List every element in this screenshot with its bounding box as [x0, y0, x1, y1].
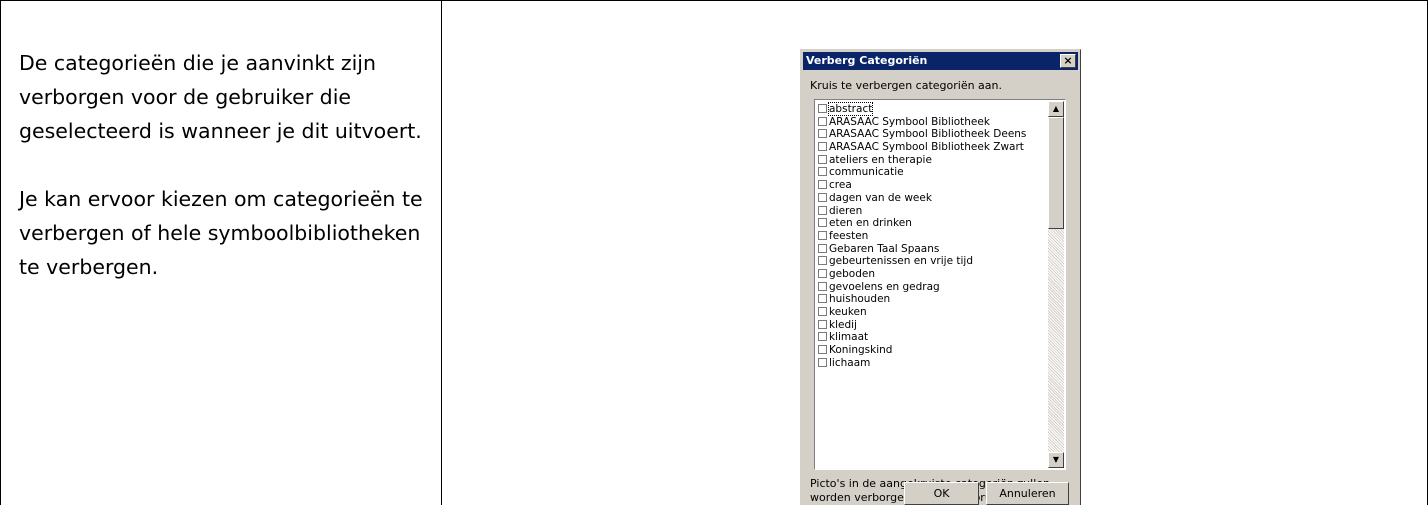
category-item[interactable]: ARASAAC Symbool Bibliotheek Deens — [818, 128, 1050, 141]
category-item[interactable]: lichaam — [818, 357, 1050, 370]
category-label: huishouden — [829, 293, 891, 306]
description-cell: De categorieën die je aanvinkt zijn verb… — [19, 46, 434, 318]
category-checkbox[interactable] — [818, 294, 827, 304]
category-label: geboden — [829, 267, 875, 280]
description-paragraph-1: De categorieën die je aanvinkt zijn verb… — [19, 51, 422, 143]
category-checkbox[interactable] — [818, 319, 827, 329]
category-checkbox[interactable] — [818, 205, 827, 215]
category-label: Gebaren Taal Spaans — [829, 242, 940, 255]
dialog-titlebar[interactable]: Verberg Categoriën × — [803, 52, 1078, 70]
category-label: ARASAAC Symbool Bibliotheek Deens — [829, 128, 1027, 141]
category-item[interactable]: kledij — [818, 319, 1050, 332]
category-checkbox[interactable] — [818, 332, 827, 342]
category-label: ateliers en therapie — [829, 153, 932, 166]
scroll-down-icon[interactable]: ▼ — [1048, 452, 1064, 468]
category-item[interactable]: communicatie — [818, 166, 1050, 179]
category-item[interactable]: huishouden — [818, 293, 1050, 306]
category-label: lichaam — [829, 356, 871, 369]
category-item[interactable]: crea — [818, 179, 1050, 192]
category-item[interactable]: dagen van de week — [818, 192, 1050, 205]
scroll-thumb[interactable] — [1048, 117, 1064, 229]
category-item[interactable]: ARASAAC Symbool Bibliotheek Zwart — [818, 141, 1050, 154]
category-item[interactable]: dieren — [818, 205, 1050, 218]
category-checklist[interactable]: abstract ARASAAC Symbool Bibliotheek ARASA… — [814, 99, 1066, 470]
dialog-instruction: Kruis te verbergen categoriën aan. — [810, 79, 1003, 92]
category-checkbox[interactable] — [818, 345, 827, 355]
vertical-scrollbar[interactable]: ▲ ▼ — [1048, 101, 1064, 468]
category-item[interactable]: feesten — [818, 230, 1050, 243]
category-checkbox[interactable] — [818, 154, 827, 164]
category-label: crea — [829, 179, 852, 192]
category-checkbox[interactable] — [818, 243, 827, 253]
ok-button[interactable]: OK — [904, 482, 979, 505]
category-checkbox[interactable] — [818, 256, 827, 266]
category-checkbox[interactable] — [818, 142, 827, 152]
category-label: ARASAAC Symbool Bibliotheek — [829, 115, 990, 128]
category-item[interactable]: abstract — [818, 102, 1050, 116]
category-label: keuken — [829, 306, 867, 318]
scroll-up-icon[interactable]: ▲ — [1048, 101, 1064, 117]
description-paragraph-2: Je kan ervoor kiezen om categorieën te v… — [19, 187, 423, 279]
category-label: Koningskind — [829, 344, 893, 357]
category-checkbox[interactable] — [818, 268, 827, 278]
category-item[interactable]: Gebaren Taal Spaans — [818, 243, 1050, 256]
category-item[interactable]: klimaat — [818, 331, 1050, 344]
category-checkbox[interactable] — [818, 357, 827, 367]
hide-categories-dialog: Verberg Categoriën × Kruis te verbergen … — [800, 49, 1081, 505]
category-checkbox[interactable] — [818, 104, 827, 113]
category-label: dagen van de week — [829, 191, 932, 204]
category-checkbox[interactable] — [818, 281, 827, 291]
category-item[interactable]: gevoelens en gedrag — [818, 281, 1050, 294]
category-checkbox[interactable] — [818, 307, 827, 316]
cancel-button[interactable]: Annuleren — [986, 482, 1069, 505]
category-item[interactable]: ateliers en therapie — [818, 154, 1050, 167]
category-list-items: abstract ARASAAC Symbool Bibliotheek ARASA… — [818, 102, 1050, 370]
category-label: kledij — [829, 318, 857, 331]
category-label: abstract — [827, 102, 874, 116]
close-icon[interactable]: × — [1060, 54, 1076, 68]
category-checkbox[interactable] — [818, 116, 827, 126]
category-label: gebeurtenissen en vrije tijd — [829, 255, 973, 268]
category-label: gevoelens en gedrag — [829, 280, 940, 293]
category-item[interactable]: keuken — [818, 306, 1050, 319]
category-checkbox[interactable] — [818, 180, 827, 190]
column-divider — [441, 0, 442, 505]
category-checkbox[interactable] — [818, 230, 827, 240]
category-item[interactable]: eten en drinken — [818, 217, 1050, 230]
category-label: feesten — [829, 229, 869, 242]
category-item[interactable]: geboden — [818, 268, 1050, 281]
category-item[interactable]: gebeurtenissen en vrije tijd — [818, 255, 1050, 268]
dialog-title: Verberg Categoriën — [806, 54, 928, 67]
category-checkbox[interactable] — [818, 218, 827, 228]
category-checkbox[interactable] — [818, 167, 827, 177]
category-checkbox[interactable] — [818, 192, 827, 202]
category-label: communicatie — [829, 166, 904, 179]
category-label: klimaat — [829, 331, 869, 344]
category-label: eten en drinken — [829, 217, 912, 230]
category-label: ARASAAC Symbool Bibliotheek Zwart — [829, 141, 1024, 154]
category-label: dieren — [829, 204, 863, 217]
category-checkbox[interactable] — [818, 129, 827, 139]
category-item[interactable]: Koningskind — [818, 344, 1050, 357]
category-item[interactable]: ARASAAC Symbool Bibliotheek — [818, 116, 1050, 129]
